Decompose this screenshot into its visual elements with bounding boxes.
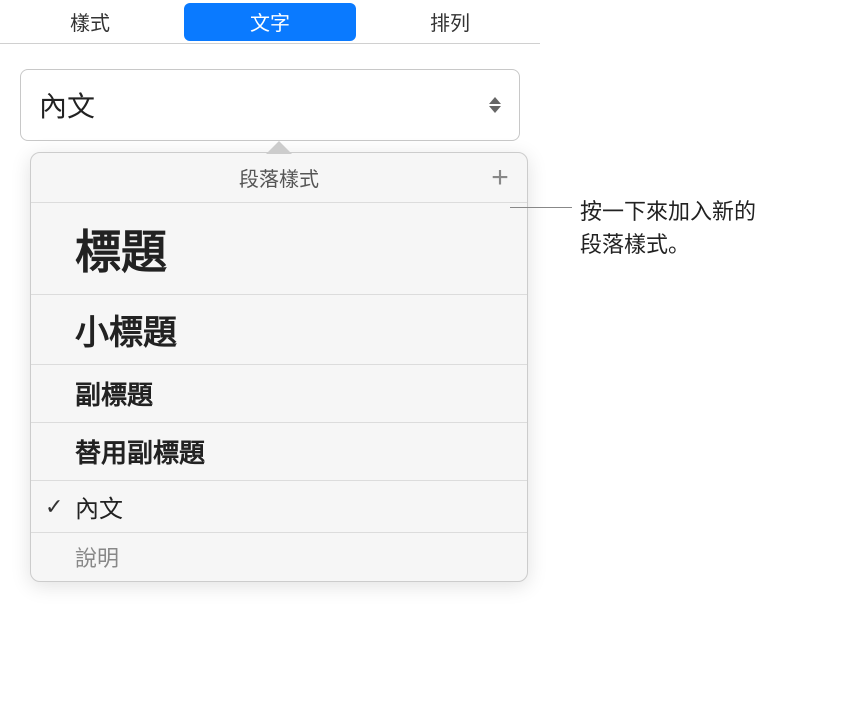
style-item-label: 說明 <box>75 541 119 573</box>
paragraph-styles-popover: 段落樣式 + 標題小標題副標題替用副標題 ✓ 內文說明 <box>30 152 528 582</box>
style-item[interactable]: 標題 <box>31 203 527 295</box>
tab-text[interactable]: 文字 <box>184 3 356 41</box>
tab-bar: 樣式 文字 排列 <box>0 0 540 44</box>
style-item[interactable]: 副標題 <box>31 365 527 423</box>
style-item-label: 小標題 <box>75 305 177 354</box>
tab-style[interactable]: 樣式 <box>4 3 176 41</box>
plus-icon: + <box>491 163 509 193</box>
style-item-label: 副標題 <box>75 375 153 412</box>
style-item-label: 替用副標題 <box>75 433 205 470</box>
checkmark-icon: ✓ <box>45 494 63 520</box>
inspector-panel: 樣式 文字 排列 內文 段落樣式 + 標題小標題副標題替用副標題✓內文說明 <box>0 0 540 141</box>
style-item-label: 標題 <box>75 216 167 282</box>
add-style-button[interactable]: + <box>487 165 513 191</box>
style-item[interactable]: 替用副標題 <box>31 423 527 481</box>
style-item[interactable]: 小標題 <box>31 295 527 365</box>
style-item-label: 內文 <box>75 489 123 524</box>
style-item[interactable]: 說明 <box>31 533 527 581</box>
popover-title: 段落樣式 <box>239 163 319 192</box>
tab-arrange[interactable]: 排列 <box>364 3 536 41</box>
dropdown-selected-label: 內文 <box>39 85 95 125</box>
paragraph-style-dropdown[interactable]: 內文 <box>20 69 520 141</box>
callout-text: 按一下來加入新的 段落樣式。 <box>580 195 756 261</box>
callout-leader-line <box>510 207 572 208</box>
chevron-updown-icon <box>489 97 501 113</box>
style-list: 標題小標題副標題替用副標題 ✓ 內文說明 <box>31 203 527 581</box>
style-item[interactable]: ✓ 內文 <box>31 481 527 533</box>
popover-header: 段落樣式 + <box>31 153 527 203</box>
